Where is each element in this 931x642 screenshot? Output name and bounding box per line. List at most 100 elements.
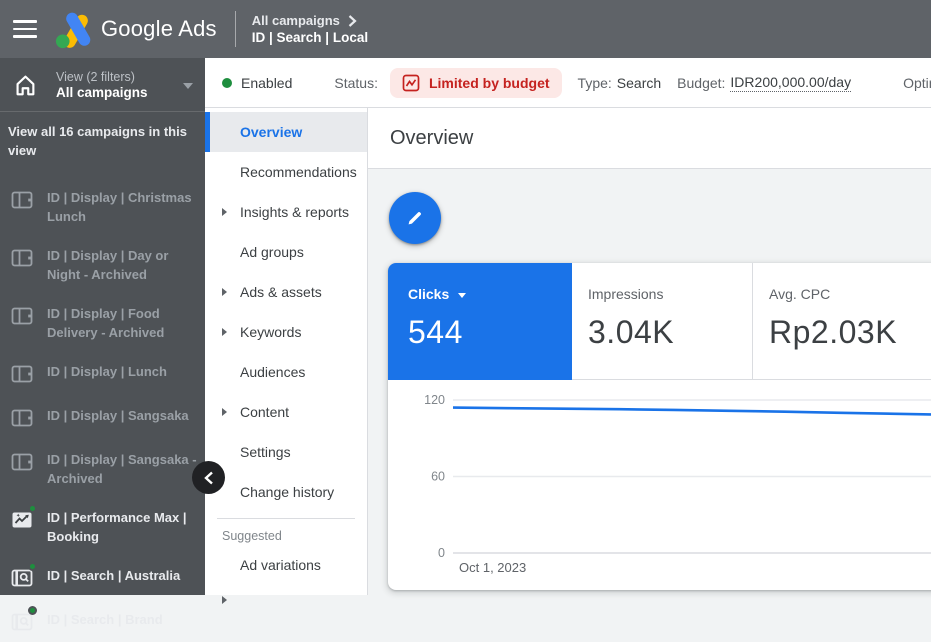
- nav-item-label: Audiences: [240, 364, 305, 380]
- search-campaign-icon: [10, 566, 34, 590]
- metric-value: 3.04K: [588, 314, 752, 351]
- edit-button[interactable]: [389, 192, 441, 244]
- nav-item-change-history[interactable]: Change history: [205, 472, 367, 512]
- display-ad-icon: [10, 450, 34, 474]
- nav-item-insights-reports[interactable]: Insights & reports: [205, 192, 367, 232]
- home-icon[interactable]: [12, 72, 38, 98]
- nav-section-suggested: Suggested: [205, 519, 367, 545]
- type-value: Search: [617, 75, 661, 91]
- nav-item-label: Keywords: [240, 324, 301, 340]
- expand-caret-icon: [222, 408, 227, 416]
- y-axis-tick-label: 0: [438, 546, 445, 560]
- chevron-right-icon: [348, 15, 357, 27]
- nav-item-ad-groups[interactable]: Ad groups: [205, 232, 367, 272]
- campaign-list-item[interactable]: ID | Display | Lunch: [0, 354, 205, 394]
- campaign-list-item[interactable]: ID | Display | Food Delivery - Archived: [0, 296, 205, 350]
- type-label: Type:: [578, 75, 612, 91]
- limited-by-budget-badge[interactable]: Limited by budget: [390, 68, 562, 98]
- collapse-sidebar-button[interactable]: [192, 461, 225, 494]
- menu-icon[interactable]: [13, 17, 37, 41]
- campaign-type: Type: Search: [578, 75, 662, 91]
- breadcrumb: All campaigns ID | Search | Local: [252, 13, 368, 45]
- view-name: All campaigns: [56, 85, 148, 101]
- nav-item-label: Overview: [240, 124, 302, 140]
- breadcrumb-parent[interactable]: All campaigns: [252, 13, 340, 28]
- nav-item-label: Settings: [240, 444, 291, 460]
- pencil-icon: [404, 207, 426, 229]
- nav-item-ads-assets[interactable]: Ads & assets: [205, 272, 367, 312]
- page-header: Overview: [368, 108, 931, 169]
- campaign-list-item[interactable]: ID | Display | Sangsaka: [0, 398, 205, 438]
- campaign-list-item[interactable]: ID | Performance Max | Booking: [0, 500, 205, 554]
- campaign-label: ID | Display | Christmas Lunch: [47, 188, 199, 226]
- campaign-sidebar: View (2 filters) All campaigns View all …: [0, 58, 205, 595]
- enabled-dot-icon: [28, 606, 37, 615]
- nav-item-settings[interactable]: Settings: [205, 432, 367, 472]
- view-selector[interactable]: View (2 filters) All campaigns: [0, 58, 205, 112]
- overview-content: Clicks544 Impressions 3.04KAvg. CPCRp2.03K…: [368, 169, 931, 595]
- display-ad-icon: [10, 246, 34, 270]
- nav-item-partial[interactable]: [205, 585, 367, 625]
- nav-item-keywords[interactable]: Keywords: [205, 312, 367, 352]
- nav-item-ad-variations[interactable]: Ad variations: [205, 545, 367, 585]
- clicks-chart[interactable]: 120 60 0 Oct 1, 2023: [388, 380, 931, 590]
- nav-item-label: Change history: [240, 484, 334, 500]
- campaign-label: ID | Search | Australia: [47, 566, 180, 585]
- budget-value[interactable]: IDR200,000.00/day: [730, 74, 851, 92]
- metrics-row: Clicks544 Impressions 3.04KAvg. CPCRp2.03K: [388, 263, 931, 380]
- enabled-dot-icon: [222, 78, 232, 88]
- nav-item-label: Insights & reports: [240, 204, 349, 220]
- y-axis-tick-label: 60: [431, 470, 445, 484]
- campaign-label: ID | Display | Sangsaka - Archived: [47, 450, 199, 488]
- display-ad-icon: [10, 406, 34, 430]
- campaign-list-item[interactable]: ID | Display | Christmas Lunch: [0, 180, 205, 234]
- nav-item-recommendations[interactable]: Recommendations: [205, 152, 367, 192]
- metric-card-avg-cpc[interactable]: Avg. CPCRp2.03K: [753, 263, 931, 379]
- campaign-list-item[interactable]: ID | Display | Day or Night - Archived: [0, 238, 205, 292]
- campaign-label: ID | Display | Day or Night - Archived: [47, 246, 199, 284]
- product-name: Google Ads: [101, 16, 217, 42]
- campaign-list-item[interactable]: ID | Display | Sangsaka - Archived: [0, 442, 205, 496]
- campaign-list-item[interactable]: ID | Search | Australia: [0, 558, 205, 598]
- metric-label: Impressions: [588, 286, 663, 302]
- status-label: Status:: [334, 75, 378, 91]
- enabled-dot-icon: [28, 504, 37, 513]
- campaign-label: ID | Display | Food Delivery - Archived: [47, 304, 199, 342]
- metric-value: 544: [408, 314, 572, 351]
- page-title: Overview: [390, 127, 473, 150]
- nav-item-label: Recommendations: [240, 164, 357, 180]
- optimization-label: Optimizati: [903, 75, 931, 91]
- performance-widget: Clicks544 Impressions 3.04KAvg. CPCRp2.03K…: [388, 263, 931, 590]
- nav-item-label: Ad variations: [240, 557, 321, 573]
- topbar-divider: [235, 11, 236, 47]
- nav-item-label: Content: [240, 404, 289, 420]
- breadcrumb-current: ID | Search | Local: [252, 30, 368, 45]
- y-axis-tick-label: 120: [424, 393, 445, 407]
- top-app-bar: Google Ads All campaigns ID | Search | L…: [0, 0, 931, 58]
- display-ad-icon: [10, 188, 34, 212]
- metric-card-clicks[interactable]: Clicks544: [388, 263, 572, 380]
- expand-caret-icon: [222, 328, 227, 336]
- chart-warning-icon: [402, 74, 420, 92]
- limited-by-budget-label: Limited by budget: [429, 75, 550, 91]
- nav-item-audiences[interactable]: Audiences: [205, 352, 367, 392]
- expand-caret-icon: [222, 288, 227, 296]
- campaign-status-bar: Enabled Status: Limited by budget Type: …: [205, 58, 931, 108]
- nav-item-content[interactable]: Content: [205, 392, 367, 432]
- metric-card-impressions[interactable]: Impressions 3.04K: [572, 263, 753, 379]
- campaign-budget[interactable]: Budget: IDR200,000.00/day: [677, 74, 851, 92]
- budget-label: Budget:: [677, 75, 725, 91]
- chevron-down-icon[interactable]: [458, 293, 466, 298]
- campaign-label: ID | Display | Sangsaka: [47, 406, 189, 425]
- google-ads-logo-icon: [53, 9, 97, 49]
- view-summary: View all 16 campaigns in this view: [0, 112, 205, 166]
- enabled-status[interactable]: Enabled: [222, 75, 292, 91]
- chevron-down-icon: [183, 83, 193, 89]
- nav-item-overview[interactable]: Overview: [205, 112, 367, 152]
- campaign-nav: Overview Recommendations Insights & report…: [205, 108, 368, 595]
- expand-caret-icon: [222, 596, 227, 604]
- nav-item-label: Ads & assets: [240, 284, 322, 300]
- x-axis-start-label: Oct 1, 2023: [459, 560, 526, 575]
- campaign-list-item[interactable]: ID | Search | Brand: [0, 602, 205, 642]
- campaign-label: ID | Search | Brand: [47, 610, 163, 629]
